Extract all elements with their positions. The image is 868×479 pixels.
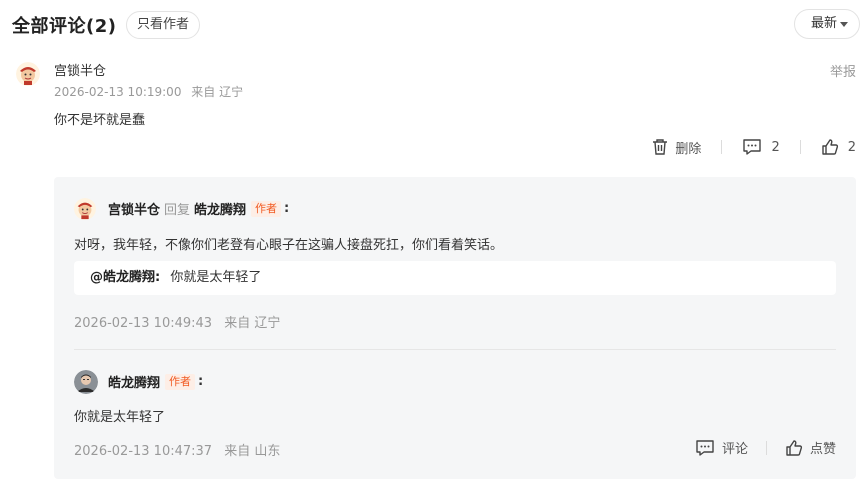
comment-location: 来自 辽宁 [191, 85, 244, 99]
like-button[interactable]: 2 [821, 138, 856, 156]
reply-meta: 2026-02-13 10:47:37 来自 山东 [74, 440, 280, 459]
reply-count: 2 [771, 139, 780, 155]
reply-actions: 评论 点赞 [695, 438, 836, 457]
author-only-button[interactable]: 只看作者 [126, 11, 201, 39]
replies-panel: 宫锁半仓 回复 皓龙腾翔 作者 : 对呀，我年轻，不像你们老登有心眼子在这骗人接… [54, 177, 856, 479]
comment-icon [743, 139, 762, 155]
reply-user-name[interactable]: 宫锁半仓 [108, 199, 160, 218]
comment-meta: 2026-02-13 10:19:00 来自 辽宁 [54, 83, 243, 100]
reply-count-button[interactable]: 2 [742, 138, 780, 156]
reply-target-name[interactable]: 皓龙腾翔 [194, 199, 246, 218]
quoted-reply: @皓龙腾翔: 你就是太年轻了 [74, 261, 836, 295]
reply-text: 对呀，我年轻，不像你们老登有心眼子在这骗人接盘死扛，你们看着笑话。 [74, 238, 504, 253]
reply-header: 皓龙腾翔 作者 : [108, 372, 204, 391]
sort-label: 最新 [811, 16, 838, 31]
avatar[interactable] [74, 370, 98, 394]
reply-time: 2026-02-13 10:49:43 [74, 316, 213, 331]
reply-text: 你就是太年轻了 [74, 410, 166, 425]
comment-time: 2026-02-13 10:19:00 [54, 85, 182, 99]
trash-icon [653, 139, 668, 155]
caret-down-icon [840, 22, 848, 27]
comment-label: 评论 [721, 442, 748, 457]
reply-comment-button[interactable]: 评论 [695, 438, 748, 457]
comment-actions: 删除 2 2 [651, 137, 856, 157]
like-count: 2 [847, 139, 856, 155]
quote-text: 你就是太年轻了 [170, 270, 262, 285]
comments-title: 全部评论(2) [12, 16, 117, 37]
thumbs-up-icon [822, 139, 838, 155]
report-link[interactable]: 举报 [830, 61, 856, 80]
thumbs-up-icon [786, 439, 803, 456]
avatar[interactable] [74, 198, 96, 220]
comment-text: 你不是坏就是蠢 [54, 113, 146, 128]
quote-user-name[interactable]: @皓龙腾翔: [90, 270, 160, 285]
reply-word: 回复 [164, 203, 191, 218]
reply-location: 来自 山东 [224, 444, 281, 459]
author-badge: 作者 [165, 373, 196, 390]
author-badge: 作者 [251, 200, 282, 217]
comment-icon [696, 439, 714, 456]
delete-button[interactable]: 删除 [651, 138, 701, 157]
reply-location: 来自 辽宁 [224, 316, 281, 331]
avatar[interactable] [16, 62, 40, 86]
reply-meta: 2026-02-13 10:49:43 来自 辽宁 [74, 312, 280, 331]
delete-label: 删除 [675, 141, 702, 157]
reply-like-button[interactable]: 点赞 [785, 438, 836, 457]
reply-time: 2026-02-13 10:47:37 [74, 444, 213, 459]
like-label: 点赞 [809, 442, 836, 457]
reply-divider [74, 349, 836, 350]
divider [765, 440, 767, 455]
reply-header: 宫锁半仓 回复 皓龙腾翔 作者 : [108, 199, 290, 218]
sort-dropdown[interactable]: 最新 [794, 9, 860, 39]
comment-user-name[interactable]: 宫锁半仓 [54, 60, 106, 79]
divider [721, 140, 723, 154]
reply-user-name[interactable]: 皓龙腾翔 [108, 372, 160, 391]
comments-header: 全部评论(2) 只看作者 最新 [0, 0, 868, 48]
divider [799, 140, 801, 154]
